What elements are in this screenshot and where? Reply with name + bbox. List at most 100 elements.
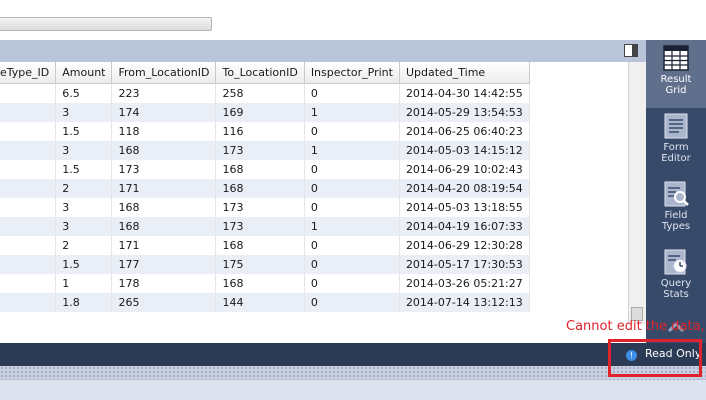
table-cell[interactable]: 2014-04-20 08:19:54 bbox=[399, 179, 530, 198]
table-cell[interactable] bbox=[0, 274, 57, 293]
table-cell[interactable]: 2014-05-17 17:30:53 bbox=[399, 255, 530, 274]
table-row[interactable]: 3 174 169 1 2014-05-29 13:54:53 bbox=[0, 103, 530, 122]
vertical-scrollbar[interactable] bbox=[628, 62, 646, 324]
table-cell[interactable]: 168 bbox=[215, 274, 305, 293]
table-cell[interactable]: 0 bbox=[304, 160, 400, 179]
table-row[interactable]: 2 171 168 0 2014-04-20 08:19:54 bbox=[0, 179, 530, 198]
table-cell[interactable]: 178 bbox=[111, 274, 217, 293]
table-cell[interactable]: 174 bbox=[111, 103, 217, 122]
table-cell[interactable] bbox=[0, 103, 57, 122]
table-cell[interactable] bbox=[0, 198, 57, 217]
table-cell[interactable]: 168 bbox=[215, 160, 305, 179]
table-cell[interactable]: 175 bbox=[215, 255, 305, 274]
table-cell[interactable] bbox=[0, 255, 57, 274]
table-row[interactable]: 1.5 173 168 0 2014-06-29 10:02:43 bbox=[0, 160, 530, 179]
table-cell[interactable]: 0 bbox=[304, 236, 400, 255]
toggle-output-area-icon[interactable] bbox=[624, 44, 638, 57]
table-cell[interactable]: 173 bbox=[215, 141, 305, 160]
column-header[interactable]: Inspector_Print bbox=[304, 62, 400, 84]
table-cell[interactable]: 1 bbox=[304, 141, 400, 160]
table-cell[interactable] bbox=[0, 217, 57, 236]
table-cell[interactable]: 6.5 bbox=[55, 83, 113, 103]
table-cell[interactable]: 0 bbox=[304, 255, 400, 274]
table-row[interactable]: 6.5 223 258 0 2014-04-30 14:42:55 bbox=[0, 83, 530, 103]
table-cell[interactable]: 2 bbox=[55, 179, 113, 198]
table-cell[interactable]: 1.5 bbox=[55, 122, 113, 141]
table-cell[interactable]: 0 bbox=[304, 122, 400, 141]
table-cell[interactable]: 1 bbox=[304, 217, 400, 236]
field-types-button[interactable]: Field Types bbox=[646, 176, 706, 244]
table-row[interactable]: 1 178 168 0 2014-03-26 05:21:27 bbox=[0, 274, 530, 293]
query-stats-icon bbox=[664, 249, 687, 275]
table-cell[interactable] bbox=[0, 160, 57, 179]
column-header[interactable]: Amount bbox=[55, 62, 113, 84]
table-row[interactable]: 1.8 265 144 0 2014-07-14 13:12:13 bbox=[0, 293, 530, 312]
table-cell[interactable] bbox=[0, 293, 57, 312]
column-header[interactable]: Updated_Time bbox=[399, 62, 530, 84]
table-cell[interactable]: 2014-06-29 10:02:43 bbox=[399, 160, 530, 179]
table-cell[interactable]: 2014-06-29 12:30:28 bbox=[399, 236, 530, 255]
table-cell[interactable]: 3 bbox=[55, 103, 113, 122]
table-cell[interactable]: 118 bbox=[111, 122, 217, 141]
table-cell[interactable]: 1.8 bbox=[55, 293, 113, 312]
table-cell[interactable]: 0 bbox=[304, 83, 400, 103]
table-row[interactable]: 3 168 173 0 2014-05-03 13:18:55 bbox=[0, 198, 530, 217]
table-row[interactable]: 1.5 118 116 0 2014-06-25 06:40:23 bbox=[0, 122, 530, 141]
table-cell[interactable]: 2014-04-19 16:07:33 bbox=[399, 217, 530, 236]
table-cell[interactable]: 3 bbox=[55, 141, 113, 160]
table-cell[interactable] bbox=[0, 122, 57, 141]
query-stats-button[interactable]: Query Stats bbox=[646, 244, 706, 312]
table-row[interactable]: 2 171 168 0 2014-06-29 12:30:28 bbox=[0, 236, 530, 255]
table-cell[interactable]: 1.5 bbox=[55, 160, 113, 179]
table-cell[interactable]: 0 bbox=[304, 274, 400, 293]
table-cell[interactable]: 177 bbox=[111, 255, 217, 274]
table-cell[interactable] bbox=[0, 236, 57, 255]
table-cell[interactable]: 265 bbox=[111, 293, 217, 312]
table-cell[interactable]: 168 bbox=[215, 179, 305, 198]
table-cell[interactable]: 169 bbox=[215, 103, 305, 122]
column-header[interactable]: From_LocationID bbox=[111, 62, 217, 84]
table-cell[interactable]: 223 bbox=[111, 83, 217, 103]
table-row[interactable]: 3 168 173 1 2014-04-19 16:07:33 bbox=[0, 217, 530, 236]
table-cell[interactable]: 2014-05-29 13:54:53 bbox=[399, 103, 530, 122]
table-cell[interactable]: 2014-06-25 06:40:23 bbox=[399, 122, 530, 141]
table-cell[interactable]: 168 bbox=[215, 236, 305, 255]
table-cell[interactable]: 1.5 bbox=[55, 255, 113, 274]
table-cell[interactable]: 1 bbox=[55, 274, 113, 293]
table-cell[interactable]: 168 bbox=[111, 198, 217, 217]
horizontal-scrollbar-thumb[interactable] bbox=[0, 17, 212, 31]
table-cell[interactable]: 2014-05-03 14:15:12 bbox=[399, 141, 530, 160]
table-cell[interactable]: 173 bbox=[215, 217, 305, 236]
table-cell[interactable]: 2014-03-26 05:21:27 bbox=[399, 274, 530, 293]
table-cell[interactable]: 0 bbox=[304, 198, 400, 217]
table-cell[interactable] bbox=[0, 179, 57, 198]
table-cell[interactable]: 0 bbox=[304, 293, 400, 312]
result-panel-header bbox=[0, 40, 646, 63]
table-cell[interactable]: 171 bbox=[111, 179, 217, 198]
table-cell[interactable]: 173 bbox=[111, 160, 217, 179]
table-cell[interactable]: 2014-07-14 13:12:13 bbox=[399, 293, 530, 312]
table-cell[interactable]: 168 bbox=[111, 141, 217, 160]
splitter-handle[interactable] bbox=[0, 366, 706, 380]
table-cell[interactable] bbox=[0, 83, 57, 103]
table-cell[interactable]: 3 bbox=[55, 217, 113, 236]
column-header[interactable]: To_LocationID bbox=[215, 62, 305, 84]
column-header[interactable]: eType_ID bbox=[0, 62, 57, 84]
table-cell[interactable]: 116 bbox=[215, 122, 305, 141]
table-cell[interactable]: 2014-05-03 13:18:55 bbox=[399, 198, 530, 217]
table-cell[interactable]: 3 bbox=[55, 198, 113, 217]
table-cell[interactable]: 258 bbox=[215, 83, 305, 103]
table-row[interactable]: 3 168 173 1 2014-05-03 14:15:12 bbox=[0, 141, 530, 160]
form-editor-button[interactable]: Form Editor bbox=[646, 108, 706, 176]
table-cell[interactable]: 2 bbox=[55, 236, 113, 255]
table-cell[interactable]: 1 bbox=[304, 103, 400, 122]
table-cell[interactable]: 168 bbox=[111, 217, 217, 236]
table-row[interactable]: 1.5 177 175 0 2014-05-17 17:30:53 bbox=[0, 255, 530, 274]
table-cell[interactable]: 0 bbox=[304, 179, 400, 198]
table-cell[interactable]: 173 bbox=[215, 198, 305, 217]
table-cell[interactable]: 2014-04-30 14:42:55 bbox=[399, 83, 530, 103]
result-grid-button[interactable]: Result Grid bbox=[646, 40, 706, 108]
table-cell[interactable]: 144 bbox=[215, 293, 305, 312]
table-cell[interactable] bbox=[0, 141, 57, 160]
table-cell[interactable]: 171 bbox=[111, 236, 217, 255]
